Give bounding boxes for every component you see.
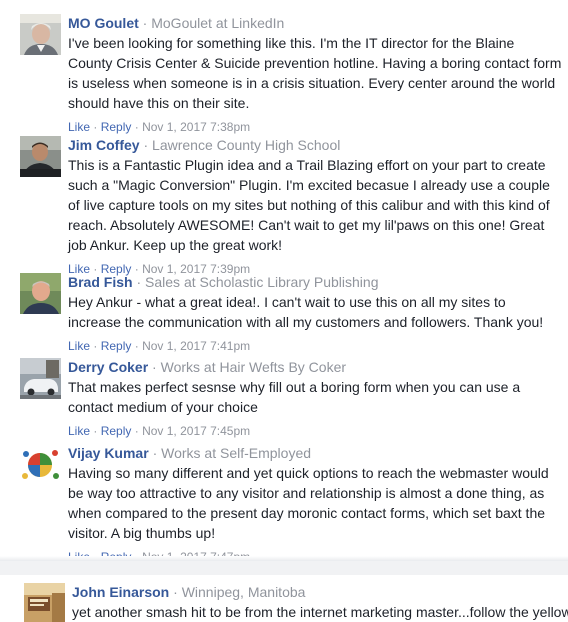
comment-text: I've been looking for something like thi…: [68, 35, 562, 111]
action-separator: ·: [134, 120, 139, 134]
action-separator: ·: [93, 424, 98, 438]
action-separator: ·: [134, 339, 139, 353]
author-name[interactable]: Vijay Kumar: [68, 445, 149, 461]
author-subtitle: MoGoulet at LinkedIn: [151, 15, 285, 31]
reply-link[interactable]: Reply: [101, 339, 132, 353]
section-gap: [0, 561, 568, 575]
timestamp[interactable]: Nov 1, 2017 7:45pm: [142, 424, 250, 438]
avatar[interactable]: [20, 358, 61, 399]
timestamp[interactable]: Nov 1, 2017 7:41pm: [142, 339, 250, 353]
comments-panel-next: John Einarson · Winnipeg, Manitoba yet a…: [0, 575, 568, 622]
author-subtitle: Sales at Scholastic Library Publishing: [145, 274, 379, 290]
author-name[interactable]: John Einarson: [72, 584, 169, 600]
meta-separator: ·: [142, 15, 148, 31]
author-name[interactable]: Derry Coker: [68, 359, 148, 375]
meta-separator: ·: [143, 137, 149, 153]
comment-text: This is a Fantastic Plugin idea and a Tr…: [68, 157, 550, 253]
comment-text: Having so many different and yet quick o…: [68, 465, 549, 541]
avatar[interactable]: [20, 136, 61, 177]
meta-separator: ·: [173, 584, 178, 600]
reply-link[interactable]: Reply: [101, 424, 132, 438]
reply-link[interactable]: Reply: [101, 120, 132, 134]
comment-text: Hey Ankur - what a great idea!. I can't …: [68, 294, 544, 330]
comment-text: yet another smash hit to be from the int…: [72, 604, 568, 620]
avatar[interactable]: [20, 444, 61, 485]
timestamp[interactable]: Nov 1, 2017 7:38pm: [142, 120, 250, 134]
comment-text: That makes perfect sesnse why fill out a…: [68, 379, 521, 415]
action-separator: ·: [93, 339, 98, 353]
avatar[interactable]: [20, 14, 61, 55]
like-link[interactable]: Like: [68, 424, 90, 438]
action-separator: ·: [93, 120, 98, 134]
author-name[interactable]: MO Goulet: [68, 15, 139, 31]
meta-separator: ·: [152, 359, 157, 375]
meta-separator: ·: [152, 445, 158, 461]
author-subtitle: Works at Hair Wefts By Coker: [160, 359, 347, 375]
author-subtitle: Winnipeg, Manitoba: [181, 584, 306, 600]
like-link[interactable]: Like: [68, 339, 90, 353]
action-separator: ·: [134, 424, 139, 438]
avatar[interactable]: [24, 583, 65, 622]
meta-separator: ·: [136, 274, 142, 290]
author-subtitle: Works at Self-Employed: [161, 445, 312, 461]
author-name[interactable]: Brad Fish: [68, 274, 133, 290]
like-link[interactable]: Like: [68, 120, 90, 134]
author-name[interactable]: Jim Coffey: [68, 137, 140, 153]
comments-panel: MO Goulet · MoGoulet at LinkedIn I've be…: [0, 0, 568, 564]
avatar[interactable]: [20, 273, 61, 314]
author-subtitle: Lawrence County High School: [152, 137, 341, 153]
